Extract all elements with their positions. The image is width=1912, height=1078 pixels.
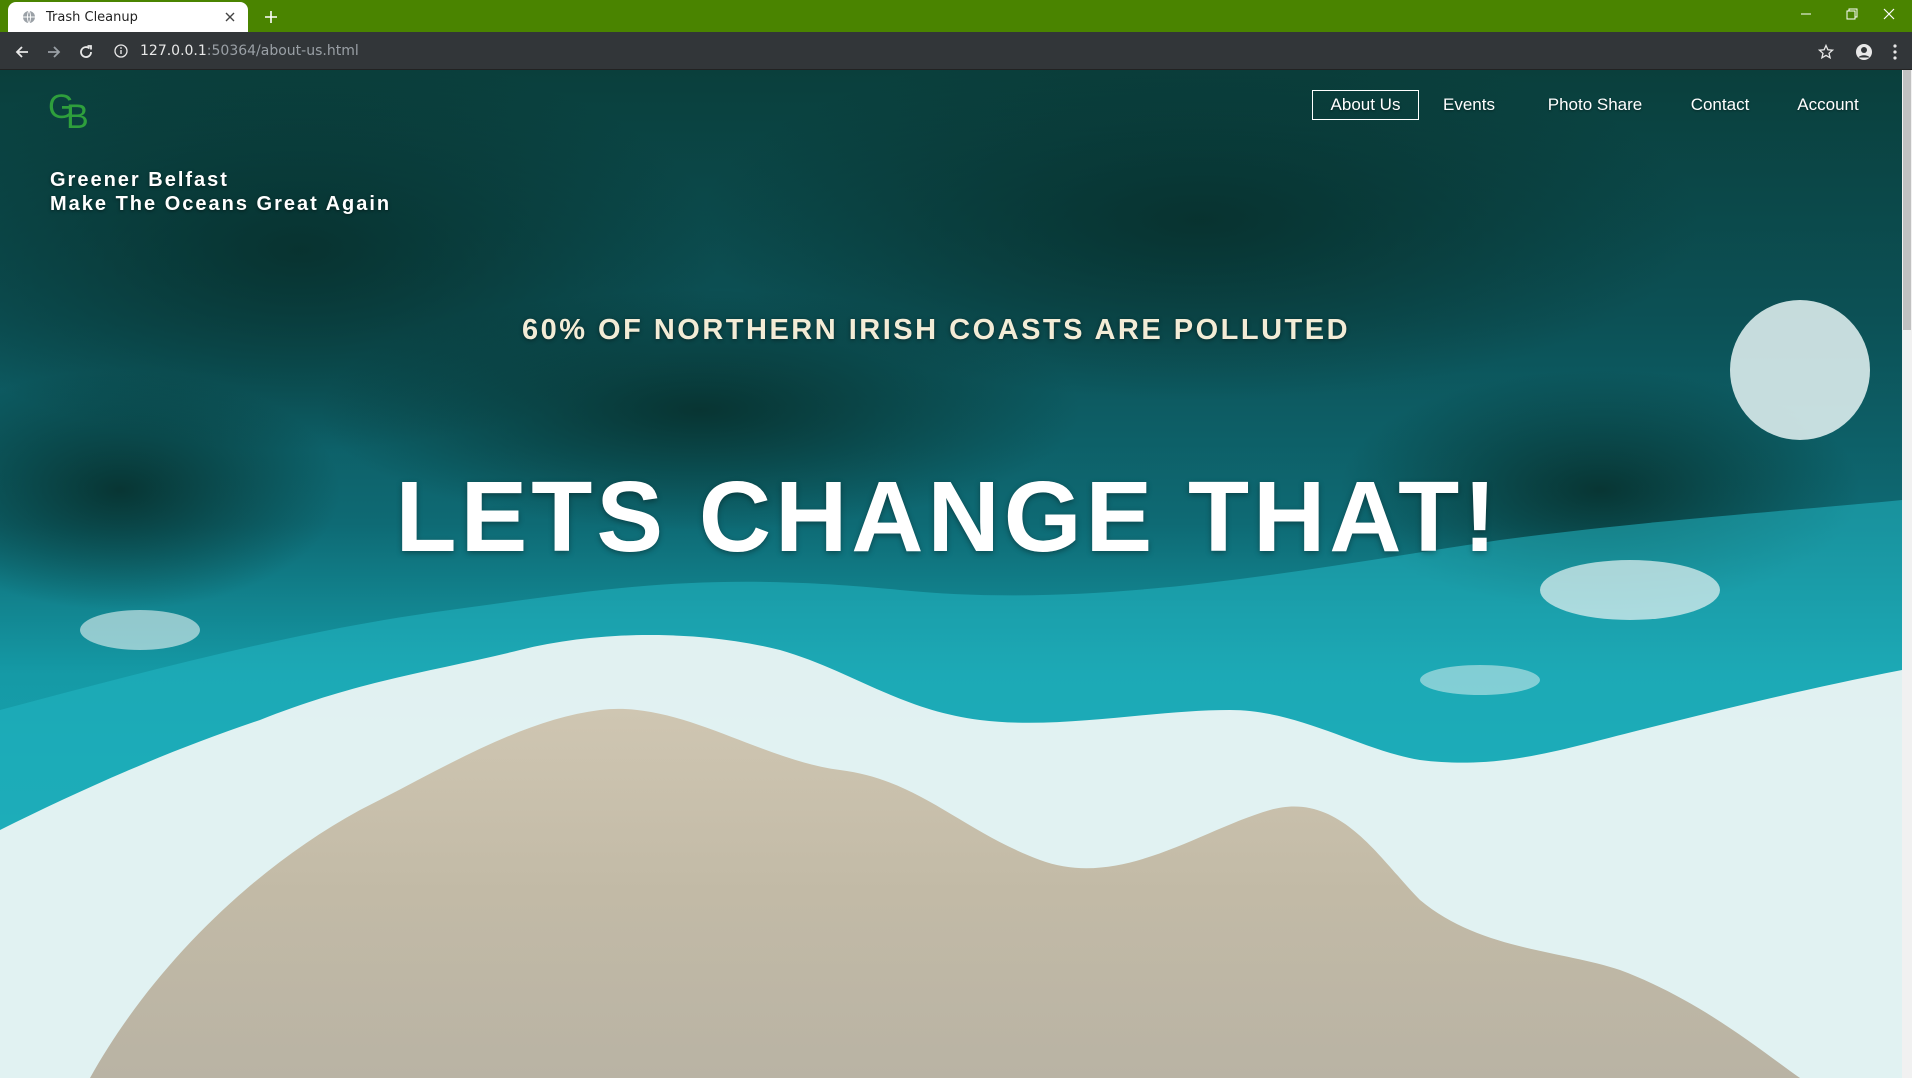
url-path: :50364/about-us.html bbox=[206, 43, 359, 59]
window-close-icon[interactable] bbox=[1866, 0, 1912, 28]
hero-background-image bbox=[0, 70, 1902, 1078]
tab-title: Trash Cleanup bbox=[46, 9, 138, 25]
reload-icon[interactable] bbox=[72, 38, 100, 66]
logo-b: B bbox=[66, 98, 89, 134]
arrow-right-icon[interactable] bbox=[40, 38, 68, 66]
plus-icon[interactable] bbox=[258, 4, 284, 30]
page-viewport: G B Greener Belfast Make The Oceans Grea… bbox=[0, 70, 1902, 1078]
url-host: 127.0.0.1 bbox=[140, 43, 207, 59]
nav-about-us[interactable]: About Us bbox=[1312, 90, 1419, 120]
browser-tab[interactable]: Trash Cleanup bbox=[8, 2, 248, 32]
browser-toolbar: 127.0.0.1:50364/about-us.html bbox=[0, 32, 1912, 70]
cta-heading: LETS CHANGE THAT! bbox=[395, 461, 1501, 573]
info-icon[interactable] bbox=[112, 42, 130, 60]
arrow-left-icon[interactable] bbox=[8, 38, 36, 66]
address-bar[interactable]: 127.0.0.1:50364/about-us.html bbox=[108, 36, 1828, 66]
minimize-icon[interactable] bbox=[1783, 0, 1829, 28]
profile-icon[interactable] bbox=[1850, 38, 1878, 66]
page-scrollbar[interactable] bbox=[1902, 70, 1912, 1078]
nav-photo-share[interactable]: Photo Share bbox=[1530, 90, 1660, 120]
brand-block: Greener Belfast Make The Oceans Great Ag… bbox=[50, 168, 391, 216]
url-text: 127.0.0.1:50364/about-us.html bbox=[140, 43, 359, 59]
site-logo[interactable]: G B bbox=[48, 88, 96, 136]
stat-heading: 60% OF NORTHERN IRISH COASTS ARE POLLUTE… bbox=[521, 314, 1351, 346]
nav-contact[interactable]: Contact bbox=[1668, 90, 1772, 120]
nav-account[interactable]: Account bbox=[1768, 90, 1888, 120]
kebab-menu-icon[interactable] bbox=[1884, 38, 1906, 66]
browser-titlebar: Trash Cleanup bbox=[0, 0, 1912, 32]
close-icon[interactable] bbox=[222, 9, 238, 25]
brand-name: Greener Belfast bbox=[50, 169, 229, 191]
star-icon[interactable] bbox=[1812, 38, 1840, 66]
brand-tagline: Make The Oceans Great Again bbox=[50, 193, 392, 215]
globe-icon bbox=[22, 10, 36, 24]
nav-events[interactable]: Events bbox=[1434, 90, 1504, 120]
scrollbar-thumb[interactable] bbox=[1903, 70, 1911, 330]
